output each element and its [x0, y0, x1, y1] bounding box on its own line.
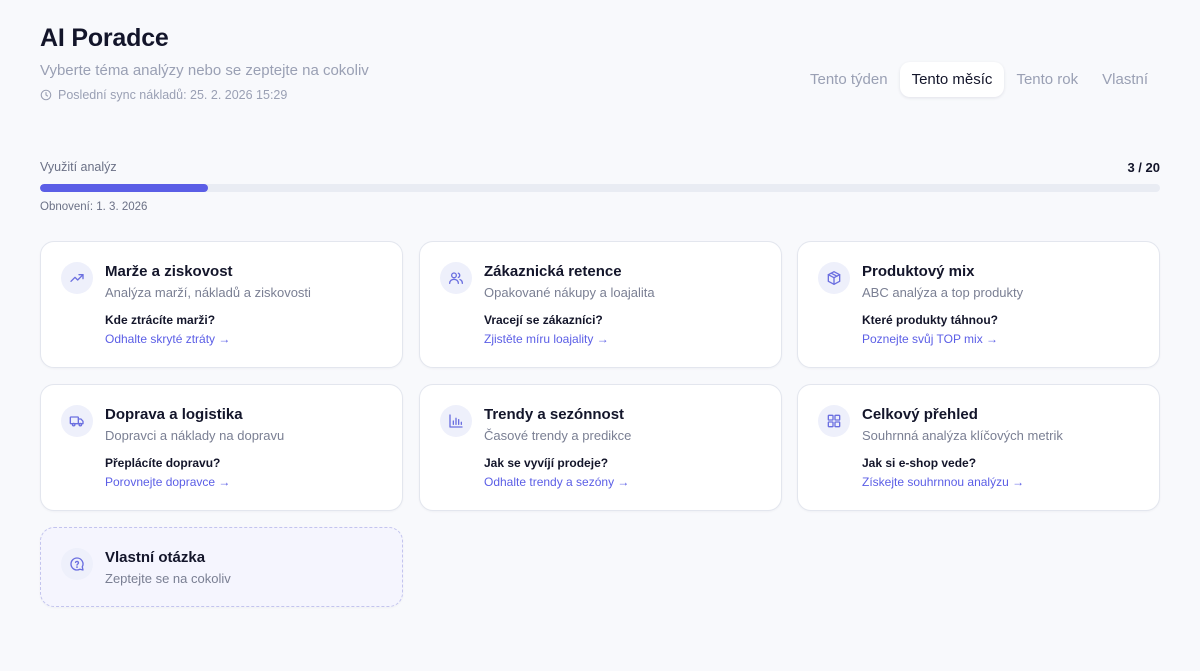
sync-status: Poslední sync nákladů: 25. 2. 2026 15:29 [40, 88, 287, 102]
trending-up-icon [61, 262, 93, 294]
card-link[interactable]: Odhalte trendy a sezóny → [484, 475, 629, 489]
help-circle-icon [61, 548, 93, 580]
usage-label: Využití analýz [40, 160, 117, 174]
card-question: Vracejí se zákazníci? [484, 313, 603, 327]
card-question: Kde ztrácíte marži? [105, 313, 216, 327]
card-subtitle: Zeptejte se na cokoliv [105, 571, 231, 586]
card-link[interactable]: Poznejte svůj TOP mix → [862, 332, 998, 346]
card-link[interactable]: Porovnejte dopravce → [105, 475, 230, 489]
card-overview[interactable]: Celkový přehled Souhrnná analýza klíčový… [797, 384, 1160, 511]
usage-progress-fill [40, 184, 208, 192]
usage-count: 3 / 20 [1127, 160, 1160, 175]
card-question: Přeplácíte dopravu? [105, 456, 221, 470]
card-title: Trendy a sezónnost [484, 406, 625, 423]
card-link[interactable]: Odhalte skryté ztráty → [105, 332, 230, 346]
period-tabs: Tento týden Tento měsíc Tento rok Vlastn… [798, 62, 1160, 97]
card-link[interactable]: Zjistěte míru loajality → [484, 332, 609, 346]
card-subtitle: ABC analýza a top produkty [862, 285, 1024, 300]
card-link[interactable]: Získejte souhrnnou analýzu → [862, 475, 1024, 489]
card-retention[interactable]: Zákaznická retence Opakované nákupy a lo… [419, 241, 782, 368]
page-title: AI Poradce [40, 24, 169, 52]
tab-this-year[interactable]: Tento rok [1004, 62, 1090, 97]
card-subtitle: Časové trendy a predikce [484, 428, 632, 443]
card-product-mix[interactable]: Produktový mix ABC analýza a top produkt… [797, 241, 1160, 368]
card-title: Doprava a logistika [105, 406, 243, 423]
card-margins[interactable]: Marže a ziskovost Analýza marží, nákladů… [40, 241, 403, 368]
card-subtitle: Dopravci a náklady na dopravu [105, 428, 285, 443]
card-trends[interactable]: Trendy a sezónnost Časové trendy a predi… [419, 384, 782, 511]
card-custom-question[interactable]: Vlastní otázka Zeptejte se na cokoliv [40, 527, 403, 607]
card-title: Marže a ziskovost [105, 263, 233, 280]
card-question: Které produkty táhnou? [862, 313, 999, 327]
card-subtitle: Analýza marží, nákladů a ziskovosti [105, 285, 311, 300]
card-question: Jak se vyvíjí prodeje? [484, 456, 609, 470]
tab-custom[interactable]: Vlastní [1090, 62, 1160, 97]
package-icon [818, 262, 850, 294]
card-subtitle: Opakované nákupy a loajalita [484, 285, 655, 300]
grid-icon [818, 405, 850, 437]
page-subtitle: Vyberte téma analýzy nebo se zeptejte na… [40, 62, 369, 79]
usage-progress-bar [40, 184, 1160, 192]
card-shipping[interactable]: Doprava a logistika Dopravci a náklady n… [40, 384, 403, 511]
truck-icon [61, 405, 93, 437]
renewal-date: Obnovení: 1. 3. 2026 [40, 201, 148, 213]
card-title: Produktový mix [862, 263, 975, 280]
card-title: Celkový přehled [862, 406, 978, 423]
card-subtitle: Souhrnná analýza klíčových metrik [862, 428, 1063, 443]
sync-text: Poslední sync nákladů: 25. 2. 2026 15:29 [58, 88, 288, 102]
card-question: Jak si e-shop vede? [862, 456, 977, 470]
bar-chart-icon [440, 405, 472, 437]
tab-this-week[interactable]: Tento týden [798, 62, 900, 97]
tab-this-month[interactable]: Tento měsíc [899, 62, 1005, 97]
users-icon [440, 262, 472, 294]
clock-icon [40, 89, 52, 101]
card-title: Vlastní otázka [105, 549, 206, 566]
card-title: Zákaznická retence [484, 263, 622, 280]
